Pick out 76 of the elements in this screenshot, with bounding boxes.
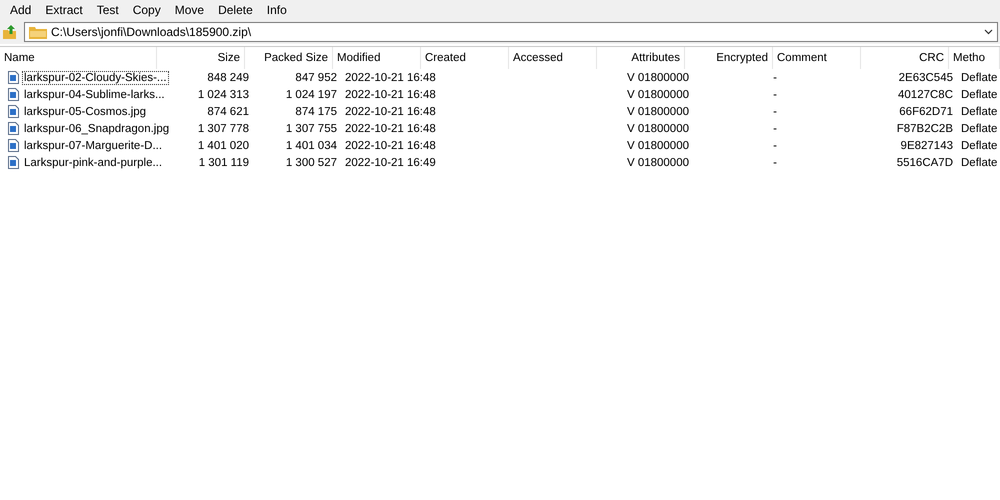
column-header[interactable]: Comment — [773, 47, 861, 69]
image-file-icon — [8, 156, 19, 169]
image-file-icon — [8, 88, 19, 101]
table-cell: 874 621 — [207, 106, 249, 118]
file-name[interactable]: Larkspur-pink-and-purple... — [22, 156, 164, 170]
address-box[interactable]: C:\Users\jonfi\Downloads\185900.zip\ — [24, 22, 998, 42]
image-file-icon — [8, 122, 19, 135]
table-cell: Deflate — [961, 72, 998, 84]
table-cell: V 01800000 — [626, 122, 689, 134]
image-file-icon — [8, 71, 19, 84]
table-cell: 848 249 — [207, 72, 249, 84]
file-name[interactable]: larkspur-04-Sublime-larks... — [22, 88, 167, 102]
table-cell: - — [773, 156, 777, 168]
menu-item[interactable]: Extract — [38, 3, 90, 17]
table-cell: 1 401 020 — [198, 140, 249, 152]
table-cell: V 01800000 — [626, 106, 689, 118]
column-header[interactable]: CRC — [861, 47, 949, 69]
dropdown-caret-icon[interactable] — [984, 29, 993, 35]
table-cell: 2022-10-21 16:48 — [345, 106, 436, 118]
table-cell: - — [773, 106, 777, 118]
table-cell: 2E63C545 — [898, 72, 953, 84]
menu-item[interactable]: Info — [260, 3, 294, 17]
table-cell: 847 952 — [295, 72, 337, 84]
table-cell: - — [773, 88, 777, 100]
table-cell: 5516CA7D — [896, 156, 953, 168]
table-cell: Deflate — [961, 140, 998, 152]
file-name[interactable]: larkspur-07-Marguerite-D... — [22, 138, 164, 152]
table-cell: V 01800000 — [626, 88, 689, 100]
column-header[interactable]: Name — [0, 47, 157, 69]
table-cell: V 01800000 — [626, 140, 689, 152]
menu-item[interactable]: Copy — [126, 3, 168, 17]
column-header[interactable]: Attributes — [597, 47, 685, 69]
table-cell: 66F62D71 — [899, 106, 953, 118]
menu-item[interactable]: Move — [168, 3, 212, 17]
table-cell: 1 301 119 — [198, 156, 249, 168]
column-header[interactable]: Metho — [949, 47, 1000, 69]
table-cell: 2022-10-21 16:48 — [345, 122, 436, 134]
table-cell: 1 401 034 — [286, 140, 337, 152]
table-cell: 9E827143 — [900, 140, 953, 152]
table-cell: 1 300 527 — [286, 156, 337, 168]
table-cell: - — [773, 122, 777, 134]
table-cell: 2022-10-21 16:48 — [345, 88, 436, 100]
image-file-icon — [8, 139, 19, 152]
table-cell: 40127C8C — [898, 88, 953, 100]
column-header[interactable]: Packed Size — [245, 47, 333, 69]
table-cell: 874 175 — [295, 106, 337, 118]
table-cell: 1 307 755 — [286, 122, 337, 134]
table-cell: 1 307 778 — [198, 122, 249, 134]
table-cell: Deflate — [961, 122, 998, 134]
table-cell: 1 024 313 — [198, 88, 249, 100]
menu-item[interactable]: Add — [3, 3, 38, 17]
table-cell: - — [773, 72, 777, 84]
file-name[interactable]: larkspur-05-Cosmos.jpg — [22, 104, 148, 118]
table-cell: 1 024 197 — [286, 88, 337, 100]
up-folder-icon[interactable] — [2, 24, 18, 40]
table-cell: F87B2C2B — [896, 122, 953, 134]
table-cell: Deflate — [961, 106, 998, 118]
folder-icon — [29, 25, 47, 39]
menu-item[interactable]: Delete — [211, 3, 260, 17]
column-header[interactable]: Size — [157, 47, 245, 69]
column-header[interactable]: Created — [421, 47, 509, 69]
menu-item[interactable]: Test — [90, 3, 126, 17]
column-header[interactable]: Accessed — [509, 47, 597, 69]
table-cell: - — [773, 140, 777, 152]
column-header[interactable]: Modified — [333, 47, 421, 69]
table-cell: V 01800000 — [626, 72, 689, 84]
table-cell: 2022-10-21 16:48 — [345, 72, 436, 84]
column-header[interactable]: Encrypted — [685, 47, 773, 69]
table-cell: 2022-10-21 16:48 — [345, 140, 436, 152]
file-name[interactable]: larkspur-02-Cloudy-Skies-... — [22, 70, 169, 84]
table-cell: Deflate — [961, 156, 998, 168]
table-cell: 2022-10-21 16:49 — [345, 156, 436, 168]
table-cell: Deflate — [961, 88, 998, 100]
file-name[interactable]: larkspur-06_Snapdragon.jpg — [22, 122, 172, 136]
table-cell: V 01800000 — [626, 156, 689, 168]
image-file-icon — [8, 105, 19, 118]
